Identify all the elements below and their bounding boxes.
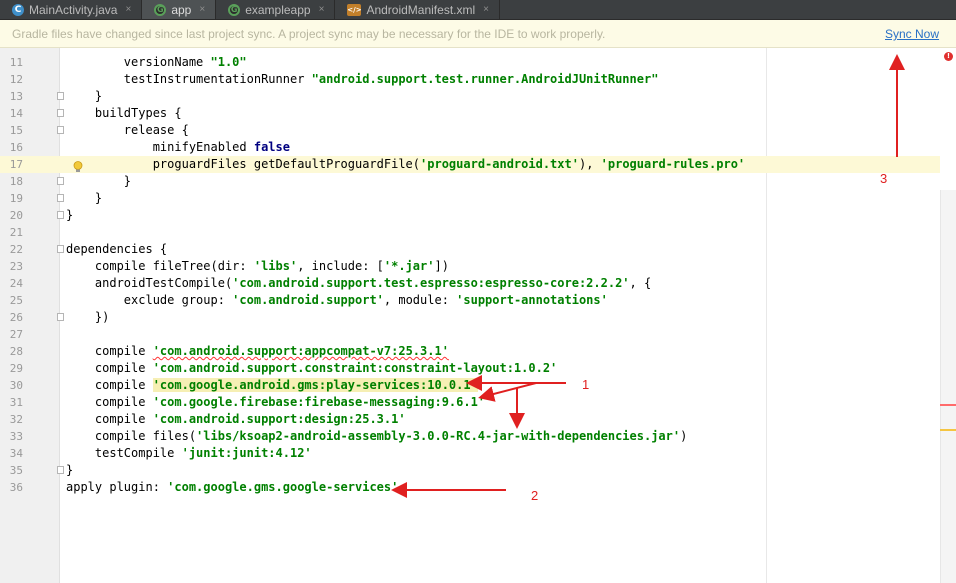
annotation-label-1: 1 [582, 377, 590, 392]
arrow-1-to-firebase [478, 382, 537, 402]
annotation-arrows [391, 54, 905, 498]
annotation-label-2: 2 [531, 488, 539, 503]
annotation-label-3: 3 [880, 171, 888, 186]
